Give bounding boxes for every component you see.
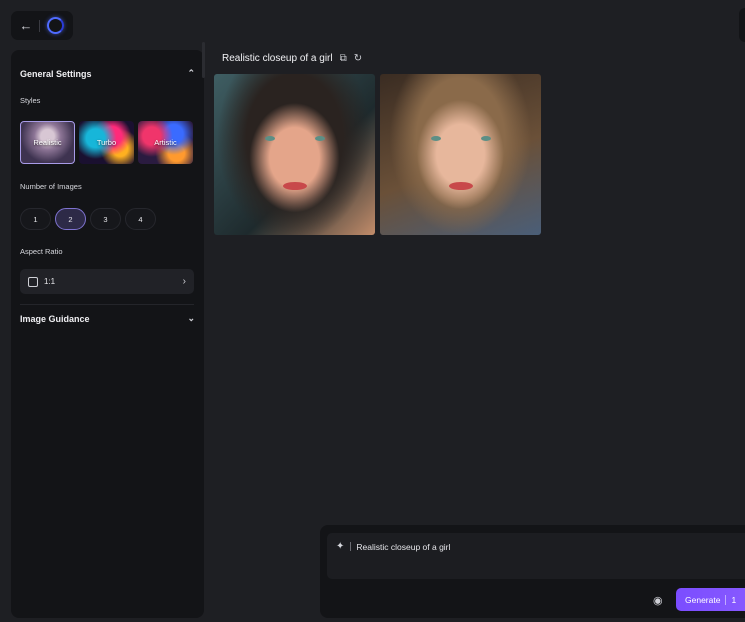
style-label: Artistic [154,138,177,147]
aspect-ratio-value: 1:1 [44,277,56,286]
num-option-3[interactable]: 3 [90,208,121,230]
generate-label: Generate [685,594,721,605]
edge-panel [739,8,745,42]
style-card-turbo[interactable]: Turbo [79,121,134,164]
logo-icon[interactable] [47,17,64,34]
portrait-lips [448,182,473,190]
arrow-left-icon[interactable]: ← [17,17,35,35]
number-of-images-selector: 1 2 3 4 [20,208,156,230]
top-nav: ← [11,11,73,40]
styles-label: Styles [20,96,41,105]
refresh-icon[interactable]: ↻ [354,53,362,64]
generate-credits: 1 [731,594,737,605]
generate-separator [725,594,727,605]
style-label: Turbo [96,138,117,147]
style-card-realistic[interactable]: Realistic [20,121,75,164]
settings-sidebar: General Settings ⌃ Styles Realistic Turb… [11,50,204,618]
num-option-4[interactable]: 4 [125,208,156,230]
aspect-ratio-label: Aspect Ratio [20,247,63,256]
generated-image[interactable] [214,74,375,235]
result-header: Realistic closeup of a girl ⧉ ↻ [222,53,362,64]
prompt-input[interactable]: ✦ Realistic closeup of a girl [327,533,745,579]
portrait-lips [282,182,307,190]
aspect-ratio-icon [28,276,38,287]
generate-button[interactable]: Generate 1 [676,588,745,611]
chevron-right-icon: › [182,276,186,287]
image-guidance-header[interactable]: Image Guidance ⌄ [20,313,195,324]
generated-image[interactable] [380,74,541,235]
styles-selector: Realistic Turbo Artistic [20,121,193,164]
tag-icon[interactable]: ◉ [653,594,663,607]
chevron-down-icon[interactable]: ⌄ [187,313,195,324]
section-divider [20,304,194,305]
sidebar-scrollbar[interactable] [202,42,205,78]
portrait-eyes [264,136,325,141]
image-guidance-title: Image Guidance [20,313,90,324]
copy-icon[interactable]: ⧉ [340,53,347,64]
num-option-2[interactable]: 2 [55,208,86,230]
chevron-up-icon[interactable]: ⌃ [187,68,195,79]
result-title: Realistic closeup of a girl [222,53,333,64]
app-root: ← General Settings ⌃ Styles Realistic Tu… [0,0,745,622]
prompt-panel: ✦ Realistic closeup of a girl ◉ Generate… [320,525,745,618]
aspect-ratio-select[interactable]: 1:1 › [20,269,194,294]
sparkle-icon[interactable]: ✦ [336,542,344,552]
style-label: Realistic [33,138,62,147]
style-card-artistic[interactable]: Artistic [138,121,193,164]
prompt-text: Realistic closeup of a girl [356,542,451,552]
general-settings-title: General Settings [20,68,92,79]
number-of-images-label: Number of Images [20,182,82,191]
text-caret [350,542,352,551]
general-settings-header[interactable]: General Settings ⌃ [20,68,195,79]
portrait-eyes [430,136,491,141]
nav-divider [39,19,40,32]
num-option-1[interactable]: 1 [20,208,51,230]
